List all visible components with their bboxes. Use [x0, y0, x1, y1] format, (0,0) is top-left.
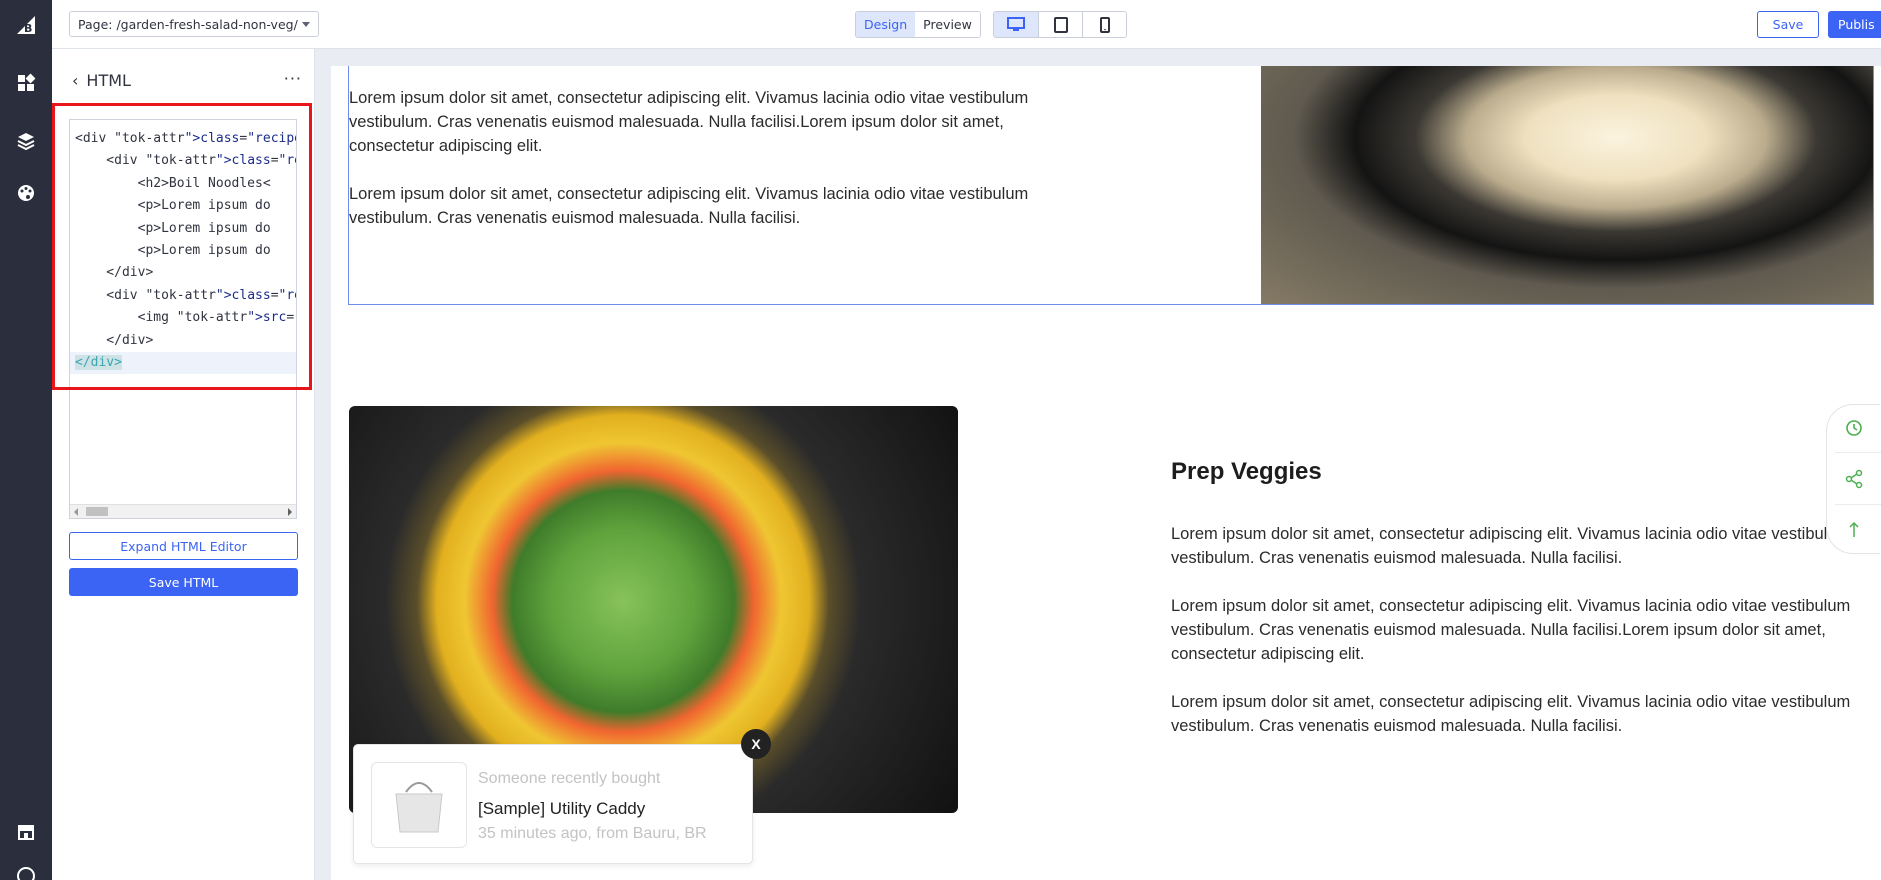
layers-icon[interactable] [12, 127, 40, 155]
left-rail: B [0, 0, 52, 880]
code-line: <img "tok-attr">src="https:/ [75, 310, 296, 326]
back-icon[interactable]: ‹ [72, 71, 78, 90]
code-line: <div "tok-attr">class="recipes-secti [75, 131, 296, 146]
scroll-right-icon[interactable] [288, 508, 292, 516]
recipe-section-boil-noodles[interactable]: Lorem ipsum dolor sit amet, consectetur … [348, 66, 1874, 305]
top-bar: Page: /garden-fresh-salad-non-veg/ Desig… [52, 0, 1881, 49]
storefront-icon[interactable] [12, 818, 40, 846]
section2-text: Lorem ipsum dolor sit amet, consectetur … [1171, 522, 1881, 762]
popup-time-location: 35 minutes ago, from Bauru, BR [478, 825, 707, 842]
code-line: <p>Lorem ipsum do [75, 198, 271, 214]
chevron-down-icon [302, 21, 310, 27]
tablet-icon[interactable] [1038, 12, 1082, 37]
scroll-left-icon[interactable] [74, 508, 78, 516]
code-line: <p>Lorem ipsum do [75, 220, 271, 236]
section2-paragraph-3: Lorem ipsum dolor sit amet, consectetur … [1171, 693, 1851, 735]
floating-actions [1826, 404, 1881, 554]
share-icon[interactable] [1842, 467, 1866, 491]
mode-toggle: Design Preview [855, 11, 981, 38]
code-line: </div> [75, 332, 154, 348]
save-html-button[interactable]: Save HTML [69, 568, 298, 596]
design-mode-button[interactable]: Design [856, 12, 916, 37]
prep-veggies-heading: Prep Veggies [1171, 458, 1322, 485]
noodles-image [1261, 66, 1873, 304]
code-line: <div "tok-attr">class="recipes-s [75, 287, 296, 303]
code-line: <h2>Boil Noodles< [75, 175, 271, 191]
expand-html-editor-button[interactable]: Expand HTML Editor [69, 532, 298, 560]
section2-paragraph-1: Lorem ipsum dolor sit amet, consectetur … [1171, 525, 1851, 567]
horizontal-scrollbar[interactable] [70, 504, 296, 518]
device-toggle [993, 11, 1127, 38]
html-panel: ‹ HTML ··· <div "tok-attr">class="recipe… [52, 49, 315, 880]
section1-paragraph-1: Lorem ipsum dolor sit amet, consectetur … [349, 89, 1029, 155]
floater-divider [1835, 504, 1881, 505]
preview-mode-button[interactable]: Preview [915, 12, 980, 37]
mobile-icon[interactable] [1082, 12, 1126, 37]
dashboard-icon[interactable] [12, 69, 40, 97]
palette-icon[interactable] [12, 179, 40, 207]
arrow-up-icon[interactable] [1842, 518, 1866, 542]
panel-title: HTML [86, 70, 131, 90]
page-selector[interactable]: Page: /garden-fresh-salad-non-veg/ [69, 11, 319, 37]
product-thumbnail [371, 762, 467, 848]
bigcommerce-logo[interactable]: B [13, 12, 39, 38]
publish-button[interactable]: Publis [1828, 11, 1881, 38]
code-line: </div> [70, 351, 296, 375]
popup-close-button[interactable]: X [741, 729, 771, 759]
help-icon[interactable] [12, 862, 40, 880]
desktop-icon[interactable] [994, 12, 1038, 37]
recent-purchase-popup[interactable]: Someone recently bought [Sample] Utility… [353, 744, 753, 864]
page-selector-value: Page: /garden-fresh-salad-non-veg/ [78, 16, 298, 32]
code-line: </div> [75, 265, 154, 281]
floater-divider [1835, 452, 1881, 453]
svg-text:B: B [24, 22, 32, 35]
scrollbar-thumb[interactable] [86, 507, 108, 516]
more-options-icon[interactable]: ··· [284, 69, 302, 88]
code-lines: <div "tok-attr">class="recipes-secti <di… [70, 128, 296, 375]
code-line: <div "tok-attr">class="recipes-s [75, 153, 296, 169]
panel-header: ‹ HTML ··· [72, 69, 302, 91]
save-button[interactable]: Save [1757, 11, 1819, 38]
section2-paragraph-2: Lorem ipsum dolor sit amet, consectetur … [1171, 597, 1851, 663]
popup-headline: Someone recently bought [478, 770, 661, 787]
popup-product-name[interactable]: [Sample] Utility Caddy [478, 799, 645, 819]
html-code-editor[interactable]: <div "tok-attr">class="recipes-secti <di… [69, 119, 297, 519]
section1-paragraph-2: Lorem ipsum dolor sit amet, consectetur … [349, 185, 1029, 227]
section1-text: Lorem ipsum dolor sit amet, consectetur … [349, 86, 1079, 254]
history-icon[interactable] [1842, 416, 1866, 440]
code-line: <p>Lorem ipsum do [75, 242, 271, 258]
